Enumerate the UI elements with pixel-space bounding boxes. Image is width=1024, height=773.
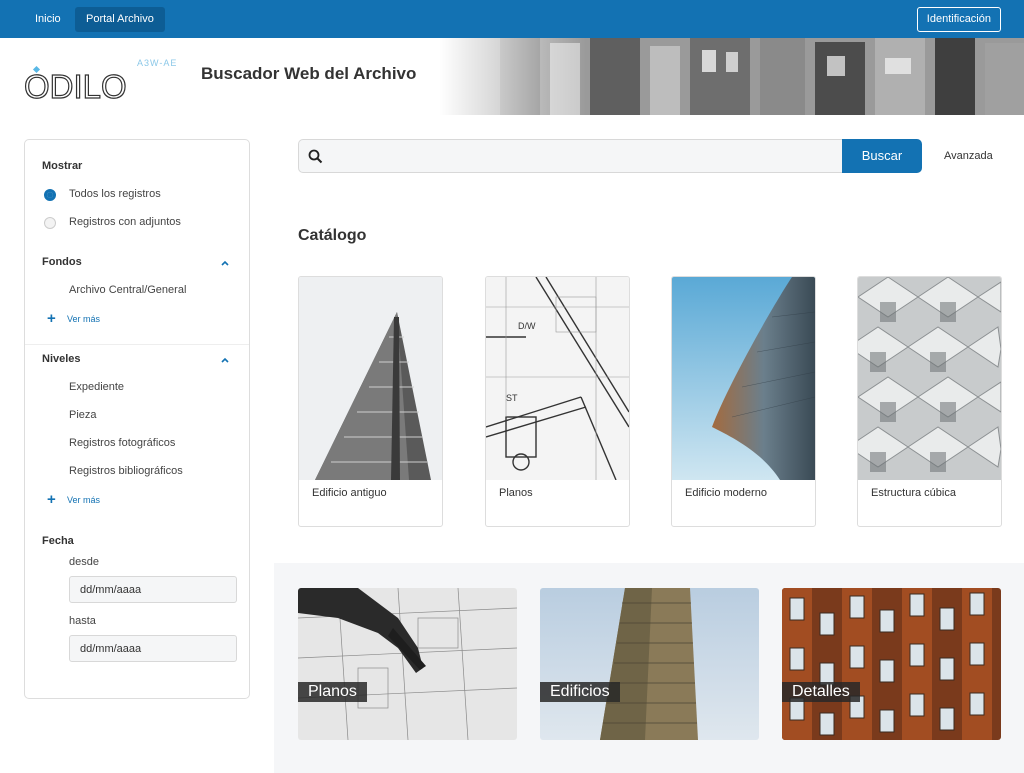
fondo-item[interactable]: Archivo Central/General: [69, 284, 186, 296]
nav-link-portal-archivo[interactable]: Portal Archivo: [75, 7, 165, 32]
card-image: D/W ST: [486, 277, 629, 480]
tile-image: [540, 588, 759, 740]
catalog-card-estructura-cubica[interactable]: Estructura cúbica: [857, 276, 1002, 527]
nivel-item-fotograficos[interactable]: Registros fotográficos: [69, 437, 175, 449]
plus-icon: +: [47, 491, 56, 508]
niveles-heading[interactable]: Niveles: [42, 353, 81, 365]
tile-label: Planos: [298, 682, 367, 702]
radio-todos-registros[interactable]: [44, 189, 56, 201]
header-banner-image: [440, 38, 1024, 115]
mostrar-heading: Mostrar: [42, 160, 83, 172]
fondos-heading[interactable]: Fondos: [42, 256, 82, 268]
hasta-label: hasta: [69, 615, 96, 627]
featured-tile-planos[interactable]: Planos: [298, 588, 517, 740]
nivel-item-pieza[interactable]: Pieza: [69, 409, 97, 421]
filters-sidebar: Mostrar Todos los registros Registros co…: [24, 139, 250, 699]
odilo-logo[interactable]: ODILO: [24, 63, 184, 103]
fondos-ver-mas-link[interactable]: + Ver más: [47, 310, 100, 327]
plus-icon: +: [47, 310, 56, 327]
svg-text:D/W: D/W: [518, 321, 536, 331]
logo-subtitle: A3W-AE: [137, 58, 178, 68]
desde-date-field[interactable]: [69, 576, 237, 603]
chevron-up-icon[interactable]: [220, 258, 230, 268]
desde-label: desde: [69, 556, 99, 568]
fecha-heading: Fecha: [42, 535, 74, 547]
option-registros-adjuntos[interactable]: Registros con adjuntos: [69, 216, 181, 228]
niveles-ver-mas-link[interactable]: + Ver más: [47, 491, 100, 508]
card-label: Estructura cúbica: [871, 487, 956, 499]
catalog-card-edificio-moderno[interactable]: Edificio moderno: [671, 276, 816, 527]
search-button[interactable]: Buscar: [842, 139, 922, 173]
nivel-item-bibliograficos[interactable]: Registros bibliográficos: [69, 465, 183, 477]
card-label: Edificio antiguo: [312, 487, 387, 499]
hasta-date-field[interactable]: [69, 635, 237, 662]
featured-tile-edificios[interactable]: Edificios: [540, 588, 759, 740]
svg-text:ST: ST: [506, 393, 518, 403]
tile-label: Detalles: [782, 682, 860, 702]
top-navbar: Inicio Portal Archivo Identificación: [0, 0, 1024, 38]
card-image: [672, 277, 815, 480]
catalog-title: Catálogo: [298, 227, 367, 244]
option-todos-registros[interactable]: Todos los registros: [69, 188, 161, 200]
catalog-card-edificio-antiguo[interactable]: Edificio antiguo: [298, 276, 443, 527]
ver-mas-label: Ver más: [67, 494, 101, 505]
nivel-item-expediente[interactable]: Expediente: [69, 381, 124, 393]
featured-tile-detalles[interactable]: Detalles: [782, 588, 1001, 740]
nav-link-inicio[interactable]: Inicio: [24, 7, 72, 32]
logo-text: ODILO: [24, 68, 127, 103]
catalog-card-planos[interactable]: D/W ST Planos: [485, 276, 630, 527]
page-title: Buscador Web del Archivo: [201, 64, 417, 83]
card-label: Planos: [499, 487, 533, 499]
radio-registros-adjuntos[interactable]: [44, 217, 56, 229]
card-image: [299, 277, 442, 480]
tile-image: [298, 588, 517, 740]
card-label: Edificio moderno: [685, 487, 767, 499]
search-input[interactable]: [331, 140, 831, 172]
tile-label: Edificios: [540, 682, 620, 702]
ver-mas-label: Ver más: [67, 313, 101, 324]
login-button[interactable]: Identificación: [916, 7, 1001, 32]
search-icon: [308, 149, 323, 164]
tile-image: [782, 588, 1001, 740]
advanced-search-link[interactable]: Avanzada: [944, 150, 993, 162]
chevron-up-icon[interactable]: [220, 355, 230, 365]
card-image: [858, 277, 1001, 480]
section-divider: [25, 344, 249, 345]
search-bar: [298, 139, 843, 173]
site-header: ODILO A3W-AE Buscador Web del Archivo: [0, 38, 1024, 115]
